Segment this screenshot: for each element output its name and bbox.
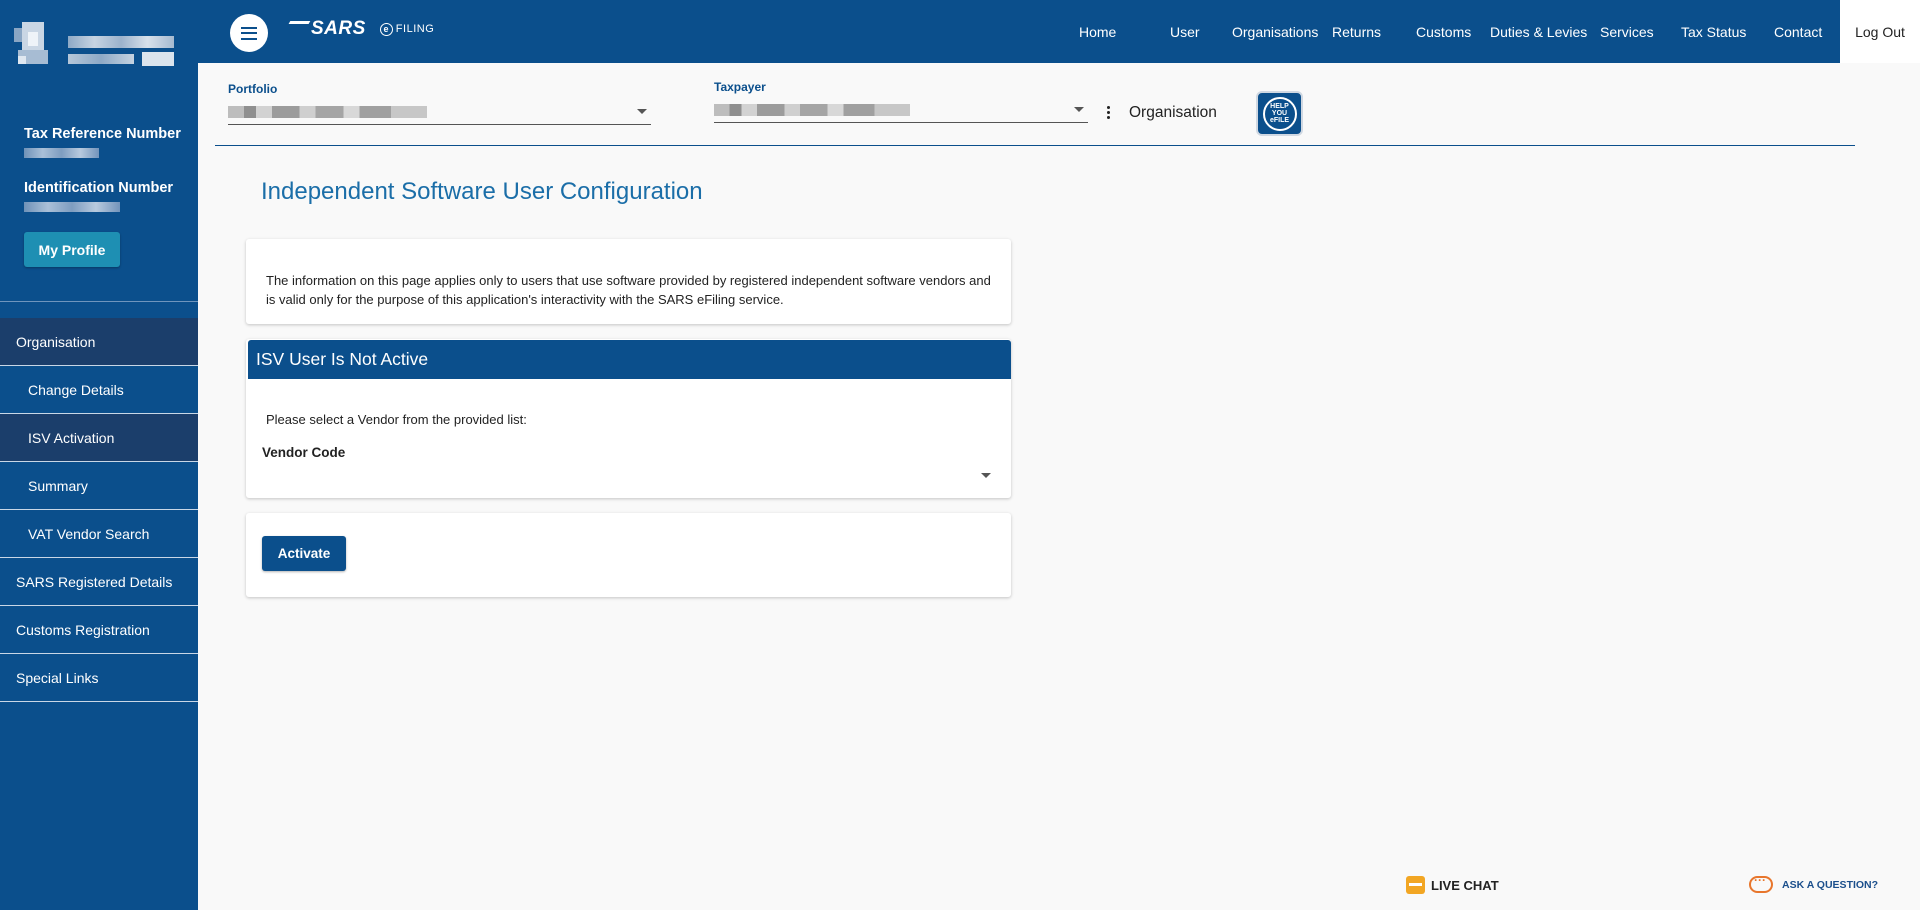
live-chat-label: LIVE CHAT <box>1431 877 1499 893</box>
efiling-logo-text: FILING <box>395 23 435 35</box>
more-options-icon[interactable] <box>1107 106 1111 119</box>
header-divider <box>215 145 1855 146</box>
my-profile-button[interactable]: My Profile <box>24 232 120 267</box>
portfolio-label: Portfolio <box>228 82 278 96</box>
page-title: Independent Software User Configuration <box>261 178 703 205</box>
isv-status-header: ISV User Is Not Active <box>248 340 1011 379</box>
nav-organisations[interactable]: Organisations <box>1232 24 1318 40</box>
vendor-code-label: Vendor Code <box>262 445 346 460</box>
nav-user[interactable]: User <box>1170 24 1200 40</box>
sidebar-item-special-links[interactable]: Special Links <box>0 654 198 702</box>
nav-services[interactable]: Services <box>1600 24 1654 40</box>
speech-bubble-icon <box>1749 873 1773 893</box>
taxpayer-select[interactable] <box>714 97 1088 123</box>
nav-tax-status[interactable]: Tax Status <box>1681 24 1746 40</box>
sidebar-item-summary[interactable]: Summary <box>0 462 198 510</box>
taxpayer-label: Taxpayer <box>714 80 766 94</box>
nav-customs[interactable]: Customs <box>1416 24 1471 40</box>
sidebar-nav: Organisation Change Details ISV Activati… <box>0 318 198 702</box>
nav-home[interactable]: Home <box>1079 24 1116 40</box>
nav-duties-levies[interactable]: Duties & Levies <box>1490 24 1587 40</box>
chevron-down-icon <box>637 109 647 114</box>
ask-question-button[interactable]: ASK A QUESTION? <box>1749 873 1879 893</box>
sidebar-item-customs-registration[interactable]: Customs Registration <box>0 606 198 654</box>
sidebar-item-change-details[interactable]: Change Details <box>0 366 198 414</box>
sidebar-divider <box>0 301 198 302</box>
ask-question-label: ASK A QUESTION? <box>1782 878 1879 891</box>
action-card: Activate <box>246 513 1011 597</box>
chevron-down-icon <box>981 473 991 478</box>
sidebar-item-organisation[interactable]: Organisation <box>0 318 198 366</box>
vendor-code-select[interactable] <box>262 461 997 487</box>
activate-button[interactable]: Activate <box>262 536 346 571</box>
info-text: The information on this page applies onl… <box>266 273 991 307</box>
tax-reference-label: Tax Reference Number <box>24 126 181 142</box>
context-label: Organisation <box>1129 104 1217 121</box>
sars-logo-text: SARS <box>311 18 366 39</box>
logout-button[interactable]: Log Out <box>1840 0 1920 63</box>
nav-contact[interactable]: Contact <box>1774 24 1822 40</box>
nav-returns[interactable]: Returns <box>1332 24 1381 40</box>
chevron-down-icon <box>1074 107 1084 112</box>
vendor-prompt: Please select a Vendor from the provided… <box>266 412 527 427</box>
sidebar-item-vat-vendor-search[interactable]: VAT Vendor Search <box>0 510 198 558</box>
identification-value-blurred <box>24 202 120 212</box>
live-chat-button[interactable]: LIVE CHAT <box>1406 876 1499 894</box>
sars-logo[interactable]: SARS e FILING <box>285 18 435 40</box>
identification-label: Identification Number <box>24 180 174 196</box>
top-bar: SARS e FILING <box>198 0 1920 63</box>
sidebar-item-sars-registered-details[interactable]: SARS Registered Details <box>0 558 198 606</box>
taxpayer-value-blurred <box>714 104 910 116</box>
tax-reference-value-blurred <box>24 148 99 158</box>
portfolio-value-blurred <box>228 106 427 118</box>
info-card: The information on this page applies onl… <box>246 239 1011 324</box>
hamburger-menu-icon[interactable] <box>230 14 268 52</box>
isv-status-card: ISV User Is Not Active Please select a V… <box>246 339 1011 498</box>
sidebar-item-isv-activation[interactable]: ISV Activation <box>0 414 198 462</box>
efiling-logo: e FILING <box>379 22 435 36</box>
portfolio-select[interactable] <box>228 99 651 125</box>
sidebar: Tax Reference Number Identification Numb… <box>0 0 198 910</box>
help-you-efile-icon[interactable]: HELP YOU eFILE <box>1256 91 1303 136</box>
live-chat-icon <box>1406 876 1425 894</box>
help-you-efile-text: HELP YOU eFILE <box>1262 96 1297 131</box>
user-avatar-blurred <box>14 22 176 74</box>
